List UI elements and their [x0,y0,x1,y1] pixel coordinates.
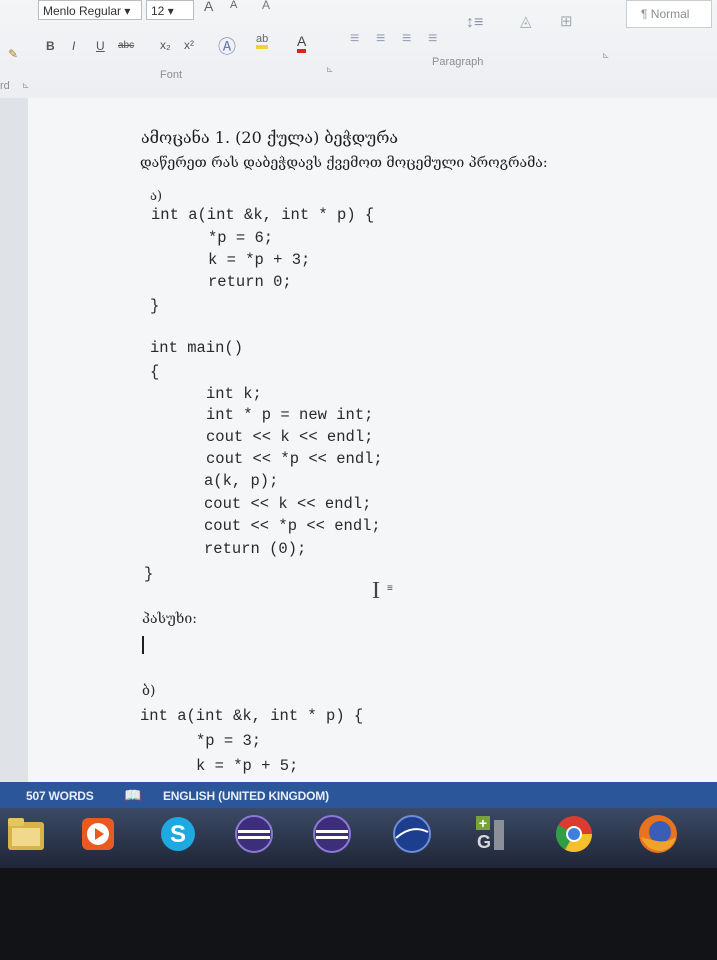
code-line: int a(int &k, int * p) { [140,707,364,725]
strikethrough-button[interactable]: abc [118,40,134,51]
shrink-font-button[interactable]: A [230,0,237,11]
file-explorer-icon[interactable] [4,812,48,856]
format-painter-icon[interactable]: ✎ [8,47,18,61]
svg-text:G: G [477,832,491,852]
code-line: cout << k << endl; [204,495,372,513]
code-line: int k; [206,385,262,403]
font-name-box[interactable]: Menlo Regular ▾ [38,0,142,20]
code-line: return 0; [208,273,292,291]
font-color-icon[interactable]: A [297,33,307,53]
firefox-icon[interactable] [636,812,680,856]
vertical-ruler [0,98,28,798]
code-line: { [150,363,160,381]
code-line: int * p = new int; [206,406,374,424]
language-indicator[interactable]: ENGLISH (UNITED KINGDOM) [163,789,329,803]
code-line: int a(int &k, int * p) { [151,206,375,224]
highlight-icon[interactable]: ab [256,33,269,49]
answer-label: პასუხი: [142,611,197,627]
ibeam-lines-icon: ≡ [387,583,393,594]
text-effects-icon[interactable]: Ⓐ [218,33,236,59]
eclipse-icon[interactable] [232,812,276,856]
code-line: cout << k << endl; [206,428,374,446]
code-line: *p = 3; [196,732,262,750]
superscript-button[interactable]: x² [184,38,194,52]
monitor-bezel [0,868,717,960]
svg-text:S: S [170,821,186,848]
netbeans-icon[interactable] [390,812,434,856]
font-size-box[interactable]: 12 ▾ [146,0,194,20]
font-group-label: Font [160,69,183,81]
code-line: k = *p + 3; [208,251,311,269]
google-plus-icon[interactable]: + G [468,812,512,856]
clear-format-button[interactable]: A [262,0,270,12]
font-size-value: 12 [151,4,165,18]
mouse-ibeam-icon: I [372,578,380,604]
borders-icon[interactable]: ⊞ [560,12,573,30]
code-line: int main() [150,339,244,357]
skype-icon[interactable]: S [156,812,200,856]
ribbon: Menlo Regular ▾ 12 ▾ A A A ✎ B I U abc x… [0,0,717,99]
label-b: ბ) [142,683,156,699]
code-line: cout << *p << endl; [204,517,381,535]
code-line: a(k, p); [204,472,279,490]
eclipse-icon[interactable] [310,812,354,856]
font-name-value: Menlo Regular [43,4,122,18]
chrome-icon[interactable] [552,812,596,856]
proofing-icon[interactable]: 📖 [124,787,141,804]
subscript-button[interactable]: x₂ [160,38,171,52]
text-caret [142,636,144,654]
shading-icon[interactable]: ◬ [520,12,532,30]
status-bar: 507 WORDS 📖 ENGLISH (UNITED KINGDOM) [0,782,717,808]
svg-text:+: + [479,815,487,831]
line-spacing-icon[interactable]: ↕≡ [466,14,483,32]
style-normal[interactable]: ¶ Normal [626,0,712,28]
align-left-icon[interactable]: ≡ [350,30,359,48]
style-normal-label: ¶ Normal [641,7,690,21]
task-instruction: დაწერეთ რას დაბეჭდავს ქვემოთ მოცემული პრ… [140,155,548,171]
code-line: *p = 6; [208,229,274,247]
label-a: ა) [150,189,163,204]
grow-font-button[interactable]: A [204,0,213,14]
bold-button[interactable]: B [46,39,55,53]
code-line: k = *p + 5; [196,757,299,775]
code-line: } [144,565,154,583]
align-right-icon[interactable]: ≡ [402,30,411,48]
font-launcher-icon[interactable]: ⊾ [326,64,334,75]
align-center-icon[interactable]: ≡ [376,30,385,48]
code-line: } [150,297,160,315]
underline-button[interactable]: U [96,39,105,53]
paragraph-launcher-icon[interactable]: ⊾ [602,50,610,61]
italic-button[interactable]: I [72,39,75,53]
clipboard-launcher-icon[interactable]: ⊾ [22,80,30,91]
paragraph-group-label: Paragraph [432,56,484,68]
justify-icon[interactable]: ≡ [428,30,437,48]
media-player-icon[interactable] [76,812,120,856]
code-line: return (0); [204,540,307,558]
code-line: cout << *p << endl; [206,450,383,468]
word-count[interactable]: 507 WORDS [26,789,94,803]
clipboard-group-label: rd [0,80,10,92]
task-heading: ამოცანა 1. (20 ქულა) ბეჭდურა [141,128,399,147]
